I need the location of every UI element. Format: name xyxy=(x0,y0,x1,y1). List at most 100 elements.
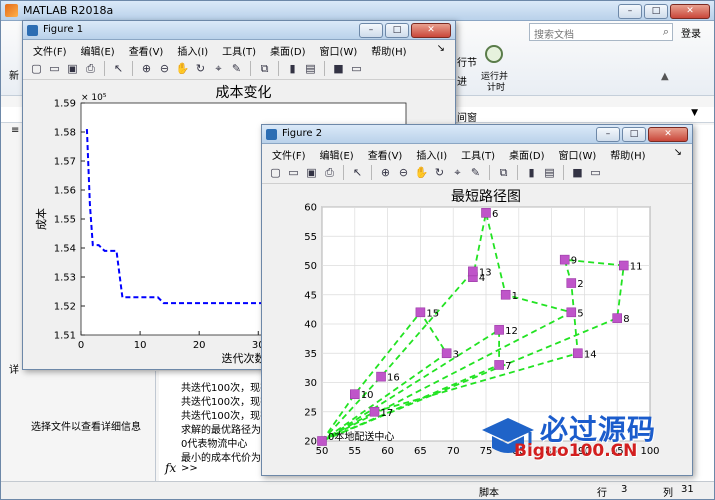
zoom-in-icon[interactable]: ⊕ xyxy=(139,61,154,76)
menu-item-7[interactable]: 帮助(H) xyxy=(610,147,645,162)
x-tick-label: 10 xyxy=(134,340,147,351)
pointer-icon[interactable]: ↖ xyxy=(111,61,126,76)
node-marker-9 xyxy=(559,254,570,265)
menu-item-4[interactable]: 工具(T) xyxy=(461,147,495,162)
pan-icon[interactable]: ✋ xyxy=(414,165,429,180)
menu-item-7[interactable]: 帮助(H) xyxy=(371,43,406,58)
menu-item-3[interactable]: 插入(I) xyxy=(416,147,447,162)
zoom-out-icon[interactable]: ⊖ xyxy=(396,165,411,180)
y-tick-label: 1.52 xyxy=(54,302,76,313)
menu-item-6[interactable]: 窗口(W) xyxy=(559,147,597,162)
toolbar-separator xyxy=(132,61,133,76)
close-button[interactable]: ✕ xyxy=(670,4,710,19)
maximize-button[interactable]: □ xyxy=(385,23,409,38)
brush-icon[interactable]: ✎ xyxy=(229,61,244,76)
legend-icon[interactable]: ▤ xyxy=(303,61,318,76)
x-tick-label: 60 xyxy=(381,446,394,457)
y-tick-label: 30 xyxy=(304,378,317,389)
path-dropdown-icon[interactable]: ▼ xyxy=(691,108,698,118)
toolbar-separator xyxy=(104,61,105,76)
menu-item-1[interactable]: 编辑(E) xyxy=(320,147,354,162)
menu-item-5[interactable]: 桌面(D) xyxy=(270,43,306,58)
details-panel-label: 详 xyxy=(9,365,19,376)
menu-item-3[interactable]: 插入(I) xyxy=(177,43,208,58)
figure1-titlebar[interactable]: Figure 1 – □ ✕ xyxy=(23,21,455,40)
login-button[interactable]: 登录 xyxy=(681,25,701,40)
x-tick-label: 55 xyxy=(348,446,361,457)
rotate-icon[interactable]: ↻ xyxy=(193,61,208,76)
data-cursor-icon[interactable]: ⌖ xyxy=(450,165,465,180)
figure2-titlebar[interactable]: Figure 2 – □ ✕ xyxy=(262,125,692,144)
y-tick-label: 35 xyxy=(304,349,317,360)
open-icon[interactable]: ▭ xyxy=(286,165,301,180)
zoom-in-icon[interactable]: ⊕ xyxy=(378,165,393,180)
y-tick-label: 1.58 xyxy=(54,128,76,139)
print-icon[interactable]: ⎙ xyxy=(322,165,337,180)
zoom-out-icon[interactable]: ⊖ xyxy=(157,61,172,76)
brush-icon[interactable]: ✎ xyxy=(468,165,483,180)
y-tick-label: 20 xyxy=(304,437,317,448)
node-marker-14 xyxy=(573,348,583,359)
menu-item-2[interactable]: 查看(V) xyxy=(368,147,403,162)
dock-arrow-icon[interactable]: ↘ xyxy=(674,147,682,162)
new-icon[interactable]: ▢ xyxy=(29,61,44,76)
matlab-titlebar: MATLAB R2018a – □ ✕ xyxy=(1,1,714,21)
dock-arrow-icon[interactable]: ↘ xyxy=(437,43,445,58)
link-icon[interactable]: ⧉ xyxy=(496,165,511,180)
minimize-button[interactable]: – xyxy=(596,127,620,142)
menu-item-5[interactable]: 桌面(D) xyxy=(509,147,545,162)
open-icon[interactable]: ▭ xyxy=(47,61,62,76)
console-line: 求解的最优路径为： xyxy=(181,425,271,436)
minimize-button[interactable]: – xyxy=(618,4,642,19)
data-cursor-icon[interactable]: ⌖ xyxy=(211,61,226,76)
close-button[interactable]: ✕ xyxy=(411,23,451,38)
status-bar: 脚本 行 3 列 31 xyxy=(1,481,714,499)
save-icon[interactable]: ▣ xyxy=(65,61,80,76)
menu-item-4[interactable]: 工具(T) xyxy=(222,43,256,58)
node-label-12: 12 xyxy=(505,326,518,337)
dock-icon[interactable]: ▭ xyxy=(349,61,364,76)
pointer-icon[interactable]: ↖ xyxy=(350,165,365,180)
console-line: 共迭代100次，现在 xyxy=(181,411,271,422)
y-axis-label: 成本 xyxy=(34,208,48,230)
menu-item-0[interactable]: 文件(F) xyxy=(33,43,67,58)
link-icon[interactable]: ⧉ xyxy=(257,61,272,76)
new-script-label: 新 xyxy=(9,71,19,82)
maximize-button[interactable]: □ xyxy=(644,4,668,19)
print-icon[interactable]: ⎙ xyxy=(83,61,98,76)
pan-icon[interactable]: ✋ xyxy=(175,61,190,76)
ribbon-collapse-icon[interactable]: ▲ xyxy=(661,71,669,82)
toolbar-separator xyxy=(250,61,251,76)
close-button[interactable]: ✕ xyxy=(648,127,688,142)
y-tick-label: 1.51 xyxy=(54,331,76,342)
run-time-button-label-2[interactable]: 计时 xyxy=(487,80,505,93)
dock-icon[interactable]: ▭ xyxy=(588,165,603,180)
rotate-icon[interactable]: ↻ xyxy=(432,165,447,180)
hide-icon[interactable]: ■ xyxy=(331,61,346,76)
figure-icon xyxy=(266,129,277,140)
menu-item-0[interactable]: 文件(F) xyxy=(272,147,306,162)
menu-item-6[interactable]: 窗口(W) xyxy=(320,43,358,58)
colorbar-icon[interactable]: ▮ xyxy=(285,61,300,76)
menu-item-1[interactable]: 编辑(E) xyxy=(81,43,115,58)
hide-icon[interactable]: ■ xyxy=(570,165,585,180)
save-icon[interactable]: ▣ xyxy=(304,165,319,180)
legend-icon[interactable]: ▤ xyxy=(542,165,557,180)
fx-icon[interactable]: fx xyxy=(165,461,176,475)
search-icon[interactable]: ⌕ xyxy=(663,25,669,39)
y-tick-label: 40 xyxy=(304,320,317,331)
maximize-button[interactable]: □ xyxy=(622,127,646,142)
search-box[interactable]: 搜索文档 ⌕ xyxy=(529,23,673,41)
minimize-button[interactable]: – xyxy=(359,23,383,38)
command-prompt[interactable]: >> xyxy=(181,463,198,474)
search-input[interactable]: 搜索文档 xyxy=(534,26,574,41)
menu-item-2[interactable]: 查看(V) xyxy=(129,43,164,58)
node-label-6: 6 xyxy=(492,209,498,220)
run-time-icon[interactable] xyxy=(485,45,503,63)
status-row-value: 3 xyxy=(621,484,628,495)
colorbar-icon[interactable]: ▮ xyxy=(524,165,539,180)
new-icon[interactable]: ▢ xyxy=(268,165,283,180)
toolbar-separator xyxy=(371,165,372,180)
y-tick-label: 1.59 xyxy=(54,99,76,110)
ribbon-label-run-section: 行节 xyxy=(457,58,477,69)
